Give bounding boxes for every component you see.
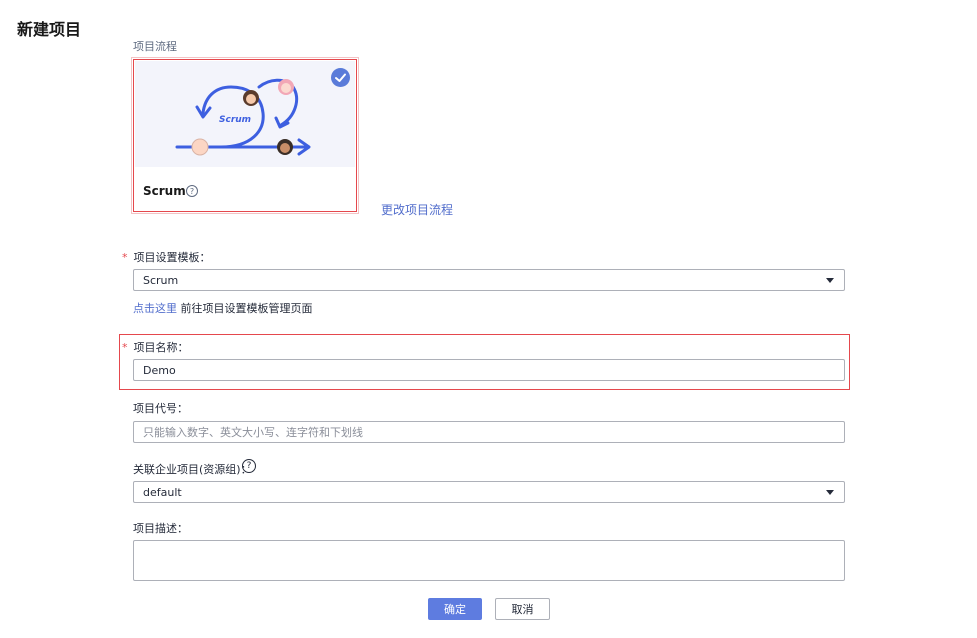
caret-down-icon — [826, 278, 834, 283]
project-code-input[interactable]: 只能输入数字、英文大小写、连字符和下划线 — [133, 421, 845, 443]
enterprise-project-select[interactable]: default — [133, 481, 845, 503]
process-card-scrum[interactable]: Scrum Scrum ? — [131, 57, 359, 214]
avatar-1 — [191, 138, 209, 156]
help-icon[interactable]: ? — [242, 459, 256, 473]
template-helper-text: 前往项目设置模板管理页面 — [177, 302, 313, 315]
project-name-input[interactable]: Demo — [133, 359, 845, 381]
required-mark: * — [122, 251, 128, 264]
change-process-link[interactable]: 更改项目流程 — [381, 201, 453, 218]
scrum-diagram-icon: Scrum — [175, 78, 311, 156]
confirm-button[interactable]: 确定 — [428, 598, 482, 620]
template-helper: 点击这里 前往项目设置模板管理页面 — [133, 300, 313, 316]
avatar-3-face — [281, 83, 291, 93]
template-manage-link[interactable]: 点击这里 — [133, 302, 177, 315]
process-card-name: Scrum — [143, 184, 186, 198]
description-textarea[interactable] — [133, 540, 845, 581]
project-code-placeholder: 只能输入数字、英文大小写、连字符和下划线 — [143, 426, 363, 439]
caret-down-icon — [826, 490, 834, 495]
template-select-value: Scrum — [143, 273, 179, 287]
template-label: * 项目设置模板： — [122, 249, 211, 265]
project-code-label: 项目代号： — [133, 402, 188, 415]
check-icon — [331, 68, 350, 87]
scrum-illustration-text: Scrum — [219, 115, 251, 125]
template-select[interactable]: Scrum — [133, 269, 845, 291]
avatar-4-face — [280, 143, 290, 153]
required-mark: * — [122, 341, 128, 354]
help-icon[interactable]: ? — [186, 185, 198, 197]
enterprise-project-value: default — [143, 485, 182, 499]
scrum-illustration: Scrum — [135, 61, 355, 167]
enterprise-project-label: 关联企业项目(资源组)： — [133, 463, 252, 476]
template-label-text: 项目设置模板： — [133, 251, 211, 264]
cancel-button[interactable]: 取消 — [495, 598, 550, 620]
avatar-2-face — [246, 94, 256, 104]
process-label: 项目流程 — [133, 40, 177, 53]
project-name-label: * 项目名称： — [122, 339, 189, 355]
project-name-label-text: 项目名称： — [133, 341, 189, 354]
description-label: 项目描述： — [133, 522, 188, 535]
project-name-value: Demo — [143, 363, 176, 377]
page-title: 新建项目 — [17, 20, 82, 39]
